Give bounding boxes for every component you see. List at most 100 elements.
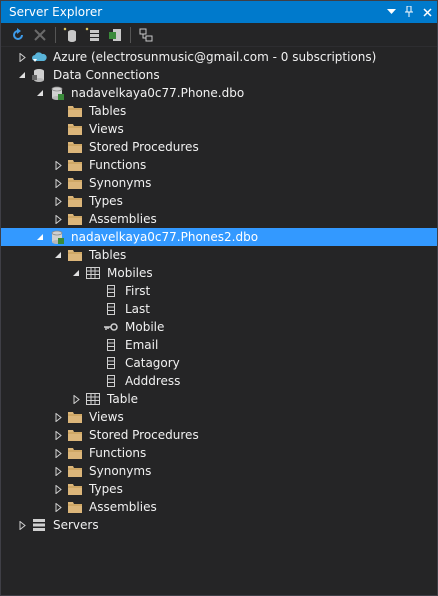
stop-button[interactable] xyxy=(29,25,51,45)
tree-node[interactable]: Adddress xyxy=(1,372,437,390)
column-icon xyxy=(103,337,119,353)
folder-icon xyxy=(67,499,83,515)
tree-node-label: Assemblies xyxy=(89,212,157,226)
properties-icon xyxy=(139,28,153,41)
tree-node-label: nadavelkaya0c77.Phones2.dbo xyxy=(71,230,259,244)
tree-node[interactable]: Tables xyxy=(1,246,437,264)
tree-node-label: Synonyms xyxy=(89,176,152,190)
close-icon[interactable] xyxy=(419,1,435,23)
tree-node[interactable]: Assemblies xyxy=(1,210,437,228)
server-explorer-panel: Server Explorer Azure (electrosunmusic@g… xyxy=(0,0,438,596)
folder-icon xyxy=(67,139,83,155)
tree-node[interactable]: Data Connections xyxy=(1,66,437,84)
tree-node[interactable]: Functions xyxy=(1,444,437,462)
folder-icon xyxy=(67,175,83,191)
tree-node-label: Views xyxy=(89,410,124,424)
data-connections-icon xyxy=(31,67,47,83)
expand-arrow-icon[interactable] xyxy=(53,502,63,512)
expand-arrow-icon[interactable] xyxy=(53,448,63,458)
database-icon xyxy=(49,229,65,245)
expand-arrow-icon[interactable] xyxy=(53,214,63,224)
expand-arrow-icon[interactable] xyxy=(17,52,27,62)
tree-node[interactable]: Views xyxy=(1,408,437,426)
pin-icon[interactable] xyxy=(401,1,417,23)
expand-arrow-icon[interactable] xyxy=(53,466,63,476)
tree-node[interactable]: Synonyms xyxy=(1,462,437,480)
tree-node[interactable]: Email xyxy=(1,336,437,354)
column-icon xyxy=(103,373,119,389)
tree-node[interactable]: Catagory xyxy=(1,354,437,372)
tree-node-label: Table xyxy=(107,392,139,406)
expand-arrow-icon[interactable] xyxy=(53,160,63,170)
tree-node-label: Adddress xyxy=(125,374,181,388)
servers-icon xyxy=(31,517,47,533)
tree-node[interactable]: nadavelkaya0c77.Phone.dbo xyxy=(1,84,437,102)
tree-node[interactable]: Mobiles xyxy=(1,264,437,282)
tree-node[interactable]: Functions xyxy=(1,156,437,174)
expand-arrow-icon[interactable] xyxy=(53,484,63,494)
tree-node[interactable]: First xyxy=(1,282,437,300)
table-icon xyxy=(85,265,101,281)
tree-node[interactable]: Table xyxy=(1,390,437,408)
tree-node-label: Functions xyxy=(89,158,147,172)
tree-node[interactable]: Last xyxy=(1,300,437,318)
connect-database-icon xyxy=(63,27,76,42)
expand-arrow-icon[interactable] xyxy=(53,412,63,422)
tree-node-label: Synonyms xyxy=(89,464,152,478)
tree-node-label: Functions xyxy=(89,446,147,460)
folder-icon xyxy=(67,121,83,137)
tree-node[interactable]: Assemblies xyxy=(1,498,437,516)
toolbar-separator xyxy=(130,26,131,43)
tree-node-label: Tables xyxy=(89,248,127,262)
window-position-dropdown-icon[interactable] xyxy=(383,1,399,23)
connect-to-database-button[interactable] xyxy=(60,25,82,45)
connect-to-server-button[interactable] xyxy=(82,25,104,45)
panel-title: Server Explorer xyxy=(9,5,103,19)
tree-node[interactable]: Stored Procedures xyxy=(1,138,437,156)
key-column-icon xyxy=(103,319,119,335)
expand-arrow-icon[interactable] xyxy=(53,196,63,206)
collapse-arrow-icon[interactable] xyxy=(35,88,45,98)
tree-node[interactable]: Tables xyxy=(1,102,437,120)
tree-node-label: Email xyxy=(125,338,159,352)
folder-icon xyxy=(67,103,83,119)
tree-node-label: Data Connections xyxy=(53,68,160,82)
properties-button[interactable] xyxy=(135,25,157,45)
tree-node[interactable]: Types xyxy=(1,480,437,498)
refresh-button[interactable] xyxy=(7,25,29,45)
connect-to-sharepoint-button[interactable] xyxy=(104,25,126,45)
tree-node-label: Views xyxy=(89,122,124,136)
folder-icon xyxy=(67,463,83,479)
tree-node-label: nadavelkaya0c77.Phone.dbo xyxy=(71,86,245,100)
tree-node[interactable]: nadavelkaya0c77.Phones2.dbo xyxy=(1,228,437,246)
tree-node-label: Mobile xyxy=(125,320,165,334)
folder-icon xyxy=(67,193,83,209)
toolbar-separator xyxy=(55,26,56,43)
tree-node[interactable]: Mobile xyxy=(1,318,437,336)
expand-arrow-icon[interactable] xyxy=(71,394,81,404)
collapse-arrow-icon[interactable] xyxy=(71,268,81,278)
tree-node[interactable]: Stored Procedures xyxy=(1,426,437,444)
connect-server-icon xyxy=(85,27,99,41)
collapse-arrow-icon[interactable] xyxy=(53,250,63,260)
collapse-arrow-icon[interactable] xyxy=(35,232,45,242)
tree-node-label: Assemblies xyxy=(89,500,157,514)
tree-node[interactable]: Types xyxy=(1,192,437,210)
tree-node[interactable]: Synonyms xyxy=(1,174,437,192)
tree-node[interactable]: Azure (electrosunmusic@gmail.com - 0 sub… xyxy=(1,48,437,66)
folder-icon xyxy=(67,211,83,227)
tree-node-label: First xyxy=(125,284,151,298)
expand-arrow-icon[interactable] xyxy=(17,520,27,530)
table-icon xyxy=(85,391,101,407)
expand-arrow-icon[interactable] xyxy=(53,430,63,440)
tree-node-label: Tables xyxy=(89,104,127,118)
server-explorer-tree: Azure (electrosunmusic@gmail.com - 0 sub… xyxy=(1,48,437,534)
tree-node[interactable]: Views xyxy=(1,120,437,138)
collapse-arrow-icon[interactable] xyxy=(17,70,27,80)
tree-node[interactable]: Servers xyxy=(1,516,437,534)
tree-node-label: Types xyxy=(89,482,123,496)
tree-node-label: Stored Procedures xyxy=(89,428,199,442)
stop-icon xyxy=(34,28,46,41)
folder-icon xyxy=(67,427,83,443)
expand-arrow-icon[interactable] xyxy=(53,178,63,188)
